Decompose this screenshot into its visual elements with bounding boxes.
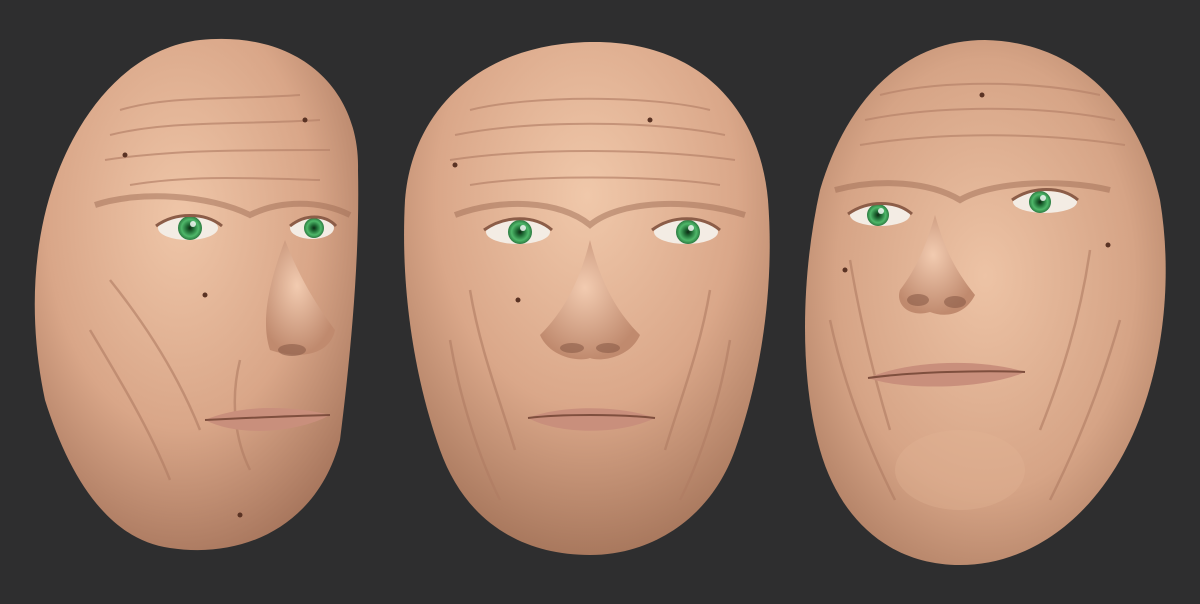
face-low-angle [805,40,1166,565]
render-canvas [0,0,1200,604]
face-front [404,41,770,556]
face-three-quarter-left [34,38,359,551]
eye-right [1011,188,1079,213]
sculpt-render [34,38,1166,565]
